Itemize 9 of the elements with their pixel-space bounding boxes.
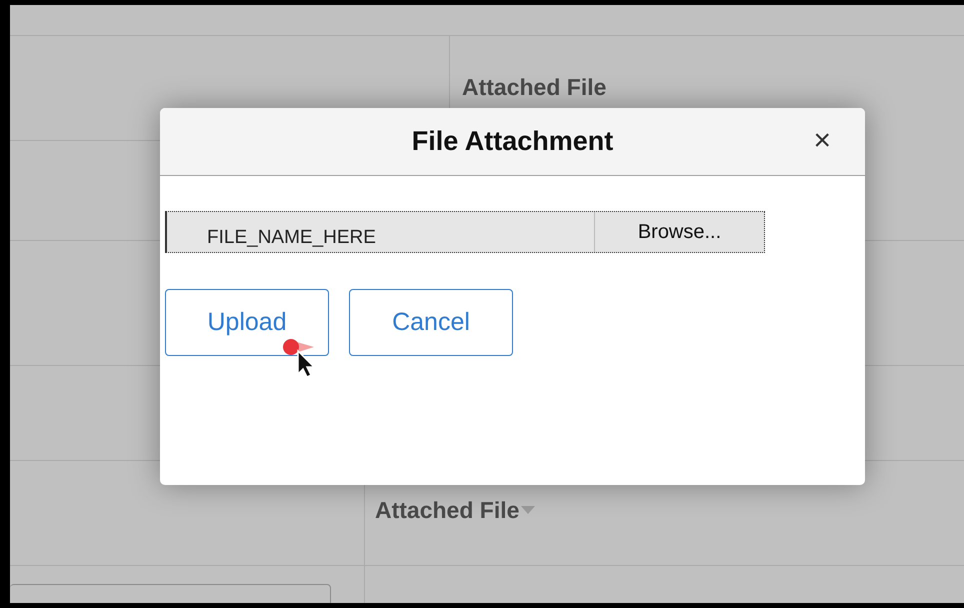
close-button[interactable]: × bbox=[809, 126, 835, 156]
column-header[interactable]: Attached File bbox=[375, 497, 520, 524]
upload-button[interactable]: Upload bbox=[165, 289, 329, 356]
file-name-text: FILE_NAME_HERE bbox=[206, 226, 377, 250]
cancel-button[interactable]: Cancel bbox=[349, 289, 513, 356]
column-header: Attached File bbox=[462, 74, 606, 100]
file-input-field[interactable]: FILE_NAME_HERE Browse... bbox=[165, 211, 765, 253]
sort-arrow-icon[interactable] bbox=[521, 506, 536, 515]
dialog-title: File Attachment bbox=[412, 126, 614, 157]
